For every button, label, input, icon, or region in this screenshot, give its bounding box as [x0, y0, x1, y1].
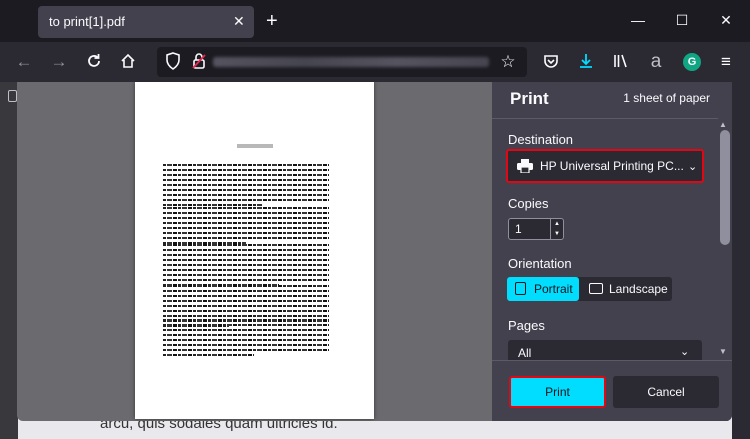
preview-heading	[237, 144, 273, 148]
print-dialog-footer: Print Cancel	[492, 360, 732, 421]
preview-paragraph	[163, 164, 329, 209]
destination-value: HP Universal Printing PC...	[540, 159, 684, 173]
url-text-blurred	[213, 57, 489, 67]
hamburger-menu-icon[interactable]: ≡	[716, 52, 736, 72]
download-icon[interactable]	[576, 52, 596, 72]
destination-select[interactable]: HP Universal Printing PC... ⌄	[506, 149, 704, 183]
pages-value: All	[518, 346, 532, 360]
landscape-icon	[589, 283, 603, 294]
tab-close-icon[interactable]: ✕	[233, 11, 245, 31]
pages-label: Pages	[508, 318, 545, 333]
reload-icon[interactable]	[84, 52, 104, 72]
tab-strip: to print[1].pdf ✕ + — ☐ ✕	[0, 0, 750, 42]
forward-icon[interactable]: →	[49, 52, 69, 72]
maximize-icon[interactable]: ☐	[670, 10, 694, 30]
portrait-label: Portrait	[534, 282, 573, 296]
shield-icon[interactable]	[163, 52, 183, 72]
sheet-count: 1 sheet of paper	[623, 91, 710, 105]
pocket-icon[interactable]	[541, 52, 561, 72]
copies-value: 1	[515, 222, 522, 236]
url-bar[interactable]: ☆	[157, 47, 527, 77]
destination-label: Destination	[508, 132, 574, 147]
copies-label: Copies	[508, 196, 549, 211]
preview-paragraph	[163, 244, 329, 289]
back-icon[interactable]: ←	[14, 52, 34, 72]
print-dialog: Print 1 sheet of paper Destination HP Un…	[17, 82, 732, 421]
tab-active[interactable]: to print[1].pdf ✕	[38, 6, 254, 38]
orientation-toggle: Portrait Landscape	[507, 277, 672, 301]
portrait-button[interactable]: Portrait	[507, 277, 579, 301]
sidebar-edge	[0, 82, 18, 439]
right-scroll-strip	[732, 82, 750, 439]
home-icon[interactable]	[118, 52, 138, 72]
minimize-icon[interactable]: —	[626, 10, 650, 30]
library-icon[interactable]	[611, 52, 631, 72]
panel-divider	[492, 118, 732, 119]
tab-title: to print[1].pdf	[49, 14, 125, 29]
portrait-icon	[515, 282, 526, 295]
print-settings-panel: Print 1 sheet of paper Destination HP Un…	[492, 82, 732, 421]
orientation-label: Orientation	[508, 256, 572, 271]
window-close-icon[interactable]: ✕	[714, 10, 738, 30]
preview-paragraph	[163, 319, 329, 359]
bookmark-star-icon[interactable]: ☆	[498, 52, 518, 72]
copies-spin-icon[interactable]: ▲ ▼	[550, 219, 563, 239]
chevron-down-icon: ⌄	[680, 346, 690, 358]
print-button[interactable]: Print	[509, 376, 606, 408]
cancel-button[interactable]: Cancel	[613, 376, 719, 408]
sidebar-toggle-icon[interactable]	[8, 90, 17, 102]
landscape-label: Landscape	[609, 282, 668, 296]
copies-stepper[interactable]: 1 ▲ ▼	[508, 218, 564, 240]
scroll-down-icon[interactable]: ▼	[719, 347, 727, 356]
grammarly-extension-icon[interactable]: G	[683, 53, 701, 71]
navigation-toolbar: ← → ☆ a G ≡	[0, 42, 750, 82]
scrollbar-thumb[interactable]	[720, 130, 730, 245]
preview-paragraph	[163, 207, 329, 247]
new-tab-button[interactable]: +	[266, 10, 278, 32]
a-extension-icon[interactable]: a	[646, 52, 666, 72]
landscape-button[interactable]: Landscape	[581, 277, 672, 301]
chevron-down-icon: ⌄	[688, 161, 698, 173]
print-preview-page	[135, 82, 374, 419]
print-title: Print	[510, 89, 549, 108]
scroll-up-icon[interactable]: ▲	[719, 120, 727, 129]
printer-icon	[517, 159, 533, 174]
insecure-lock-icon[interactable]	[189, 52, 209, 72]
